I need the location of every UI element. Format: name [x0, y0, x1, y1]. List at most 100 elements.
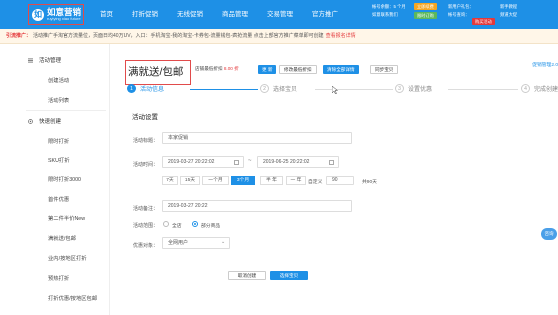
custom-days-input[interactable]: 90 [326, 176, 354, 185]
select-items-button[interactable]: 选择宝贝 [270, 271, 308, 280]
sidebar-item-create[interactable]: 创建活动 [48, 76, 69, 84]
sidebar-item-preheat[interactable]: 预热打折 [48, 274, 69, 282]
time-label: 活动时间： [133, 162, 159, 168]
scope-all-radio[interactable] [163, 221, 169, 227]
nav-item-products[interactable]: 商品管理 [222, 0, 248, 29]
buy-activity-button[interactable]: 购买活动 [472, 18, 495, 25]
step-connector [448, 89, 518, 90]
contact-us[interactable]: 如意联系我们 [372, 12, 398, 18]
logo-subtitle: ruyiying xiao future [47, 16, 81, 22]
main-content: 满就送/包邮 店铺最低折扣 8.00 折 更 新 修改最低折扣 清除全部详情 同… [110, 44, 558, 315]
scope-all-label[interactable]: 全店 [172, 222, 182, 229]
step-complete: 4 完成创建 [521, 84, 558, 93]
nav-item-trade[interactable]: 交易管理 [267, 0, 293, 29]
activity-title-input[interactable]: 本家促销 [162, 132, 352, 144]
min-discount-info: 店铺最低折扣 8.00 折 [195, 66, 239, 72]
sync-items-button[interactable]: 同步宝贝 [370, 65, 399, 74]
quick-1-year[interactable]: 一 年 [286, 176, 306, 185]
sidebar-item-region-discount[interactable]: 业内/按地区打折 [48, 254, 87, 262]
step-label: 选择宝贝 [273, 87, 298, 93]
new-user-gift[interactable]: 新用户礼包： [448, 4, 474, 10]
nav-item-promo[interactable]: 官方推广 [312, 0, 338, 29]
logo-text: 如意营销 ruyiying xiao future [47, 8, 81, 22]
custom-label: 自定义 [308, 180, 323, 185]
step-label: 活动信息 [140, 87, 165, 93]
sidebar-item-limited-3000[interactable]: 限时打折3000 [48, 175, 81, 183]
step-set-discount: 3 设置优惠 [395, 84, 432, 93]
floating-help-button[interactable]: 咨询 [541, 228, 557, 240]
scope-part-radio[interactable] [192, 221, 198, 227]
step-number: 2 [260, 84, 269, 93]
step-label: 设置优惠 [408, 87, 433, 93]
renew-button[interactable]: 立即续费 [414, 3, 437, 10]
promotion-notice: 引流推广： 活动推广手淘官方流量位，页面日均40万UV，入口：手机淘宝-我的淘宝-… [0, 29, 558, 44]
cancel-create-button[interactable]: 取消创建 [228, 271, 266, 280]
tutorial-link[interactable]: 新手教程 [500, 4, 517, 10]
sidebar-group-activity[interactable]: 活动管理 [28, 56, 61, 64]
main-nav: 首页 打折促销 无线促销 商品管理 交易管理 官方推广 [100, 0, 357, 29]
quick-1-month[interactable]: 一个月 [202, 176, 229, 185]
step-connector [190, 89, 258, 90]
notice-text: 活动推广手淘官方流量位，页面日均40万UV，入口：手机淘宝-我的淘宝-卡券包-流… [33, 33, 324, 39]
step-number: 1 [127, 84, 136, 93]
update-button[interactable]: 更 新 [258, 65, 277, 74]
nav-item-wireless[interactable]: 无线促销 [177, 0, 203, 29]
step-activity-info: 1 活动信息 [127, 84, 164, 93]
sidebar-item-sku-discount[interactable]: SKU打折 [48, 156, 70, 164]
calendar-icon [234, 160, 239, 165]
title-label: 活动标题： [133, 138, 159, 144]
sidebar-item-first-item[interactable]: 首件优惠 [48, 195, 69, 203]
notice-label: 引流推广： [6, 33, 32, 39]
total-days: 共90天 [362, 180, 377, 185]
sidebar-item-list[interactable]: 活动列表 [48, 96, 69, 104]
sidebar: 活动管理 创建活动 活动列表 快速创建 限时打折 SKU打折 限时打折3000 … [0, 44, 110, 315]
promo-manage-link[interactable]: 促销管理2.0 [532, 61, 558, 68]
quick-half-year[interactable]: 半 年 [260, 176, 283, 185]
limited-order-button[interactable]: 限时订购 [414, 12, 437, 19]
chevron-down-icon: ⌄ [221, 239, 226, 245]
channel-promo-link[interactable]: 频道大促 [500, 12, 517, 18]
sidebar-item-second-half[interactable]: 第二件半价New [48, 214, 85, 222]
discount-value: 8.00 折 [223, 66, 239, 71]
step-number: 3 [395, 84, 404, 93]
quick-15-days[interactable]: 15天 [180, 176, 200, 185]
brand-logo[interactable]: 如 如意营销 ruyiying xiao future [28, 4, 84, 25]
step-connector [315, 89, 393, 90]
scope-label: 活动范围： [133, 223, 159, 229]
sidebar-group-quick[interactable]: 快速创建 [28, 117, 61, 125]
nav-item-home[interactable]: 首页 [100, 0, 113, 29]
sidebar-item-full-gift[interactable]: 满就送/包邮 [48, 234, 76, 242]
start-time-input[interactable]: 2019-03-27 20:22:02 [162, 156, 244, 168]
scope-part-label[interactable]: 部分商品 [201, 222, 220, 229]
account-query[interactable]: 帐号查询： [448, 12, 469, 18]
section-title: 活动设置 [132, 114, 158, 121]
remark-label: 活动备注： [133, 206, 159, 212]
bolt-icon [28, 118, 33, 124]
account-balance: 帐号余额：5 个月 [372, 4, 406, 9]
calendar-icon [329, 160, 334, 165]
nav-item-discount[interactable]: 打折促销 [132, 0, 158, 29]
clear-details-button[interactable]: 清除全部详情 [323, 65, 359, 74]
step-select-items: 2 选择宝贝 [260, 84, 297, 93]
sidebar-group-label: 活动管理 [39, 58, 62, 64]
sidebar-group-label: 快速创建 [39, 119, 62, 125]
target-select[interactable]: 全网用户 [162, 237, 230, 249]
sidebar-item-limited-discount[interactable]: 限时打折 [48, 137, 69, 145]
account-panel: 帐号余额：5 个月 立即续费 如意联系我们 限时订购 新用户礼包： 帐号查询： … [372, 3, 558, 27]
logo-mark-icon: 如 [32, 8, 44, 21]
step-number: 4 [521, 84, 530, 93]
sidebar-divider [26, 110, 106, 111]
logo-title: 如意营销 [47, 6, 82, 17]
quick-7-days[interactable]: 7天 [162, 176, 178, 185]
list-icon [28, 58, 33, 62]
activity-remark-input[interactable]: 2019-03-27 20:22 [162, 200, 352, 212]
quick-3-months[interactable]: 3个月 [231, 176, 255, 185]
modify-discount-button[interactable]: 修改最低折扣 [279, 65, 317, 74]
time-separator: ~ [248, 158, 252, 164]
top-navbar: 如 如意营销 ruyiying xiao future 首页 打折促销 无线促销… [0, 0, 558, 29]
end-time-input[interactable]: 2019-06-25 20:22:02 [257, 156, 339, 168]
sidebar-item-region-shipping[interactable]: 打折优惠/按地区包邮 [48, 294, 97, 302]
notice-link[interactable]: 查看报名详情 [326, 33, 356, 39]
discount-prefix: 店铺最低折扣 [195, 66, 223, 71]
target-label: 优惠对象： [133, 243, 159, 249]
